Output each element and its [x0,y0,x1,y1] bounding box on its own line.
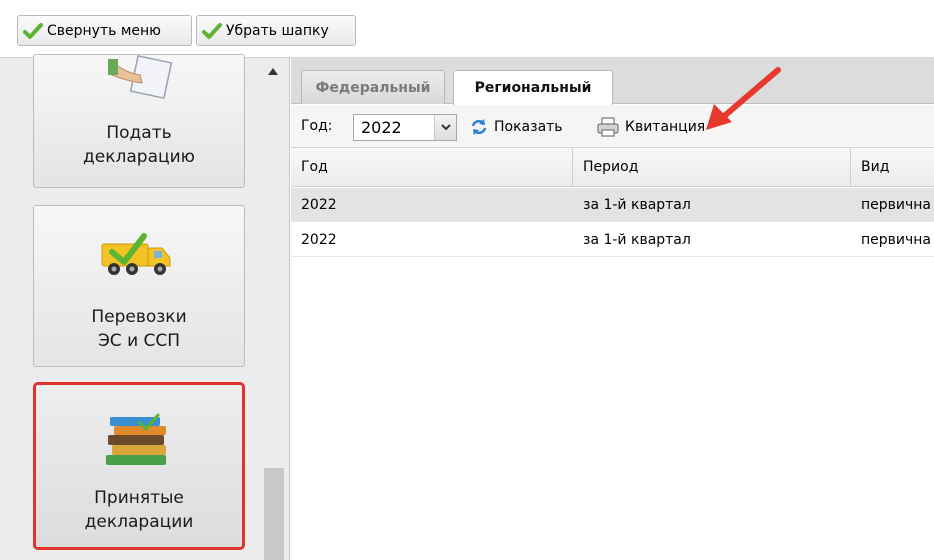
column-header-year[interactable]: Год [291,148,573,187]
truck-check-icon [101,233,171,275]
cell-type: первична [861,232,932,248]
tile-label: Перевозки ЭС и ССП [91,307,187,351]
hide-header-label: Убрать шапку [226,22,329,39]
show-label: Показать [494,119,563,135]
column-header-type[interactable]: Вид [851,148,934,187]
accepted-declarations-tile[interactable]: Принятые декларации [33,382,245,550]
transport-tile[interactable]: Перевозки ЭС и ССП [33,205,245,367]
main-content: Федеральный Региональный Год: 2022 Показ… [291,58,934,560]
tab-strip: Федеральный Региональный [291,58,934,105]
top-toolbar: Свернуть меню Убрать шапку [0,0,934,58]
scroll-thumb[interactable] [264,468,284,560]
cell-period: за 1-й квартал [583,232,691,248]
tab-label: Федеральный [315,79,431,96]
annotation-arrow-icon [706,67,781,130]
cell-year: 2022 [301,232,337,248]
books-stack-icon [106,413,166,465]
receipt-label: Квитанция [625,119,706,135]
checkmark-icon [202,22,222,39]
show-button[interactable]: Показать [469,115,563,139]
table-row[interactable]: 2022 за 1-й квартал первична [291,223,934,257]
left-menu-panel: Подать декларацию Перевозки ЭС и ССП При… [0,54,290,560]
receipt-button[interactable]: Квитанция [596,115,705,139]
year-select[interactable]: 2022 [353,114,457,141]
year-label: Год: [301,118,333,134]
tab-federal[interactable]: Федеральный [301,70,445,104]
tile-label: Подать декларацию [83,123,195,167]
cell-period: за 1-й квартал [583,197,691,213]
year-value: 2022 [361,118,402,137]
checkmark-icon [23,22,43,39]
collapse-menu-button[interactable]: Свернуть меню [17,15,192,46]
document-hand-icon [108,55,173,100]
printer-icon [597,117,619,137]
tab-label: Региональный [474,80,592,96]
cell-type: первична [861,197,932,213]
tab-regional[interactable]: Региональный [453,70,613,105]
table-row[interactable]: 2022 за 1-й квартал первична [291,188,934,222]
menu-scrollbar[interactable] [262,58,286,560]
scroll-up-arrow-icon[interactable] [268,68,278,75]
hide-header-button[interactable]: Убрать шапку [196,15,356,46]
collapse-menu-label: Свернуть меню [47,22,161,39]
cell-year: 2022 [301,197,337,213]
chevron-down-icon[interactable] [434,115,456,140]
grid-header: Год Период Вид [291,148,934,187]
tile-label: Принятые декларации [84,488,194,532]
column-header-period[interactable]: Период [573,148,851,187]
refresh-icon [471,119,487,135]
filter-bar: Год: 2022 Показать Квитанция [291,105,934,148]
submit-declaration-tile[interactable]: Подать декларацию [33,54,245,188]
